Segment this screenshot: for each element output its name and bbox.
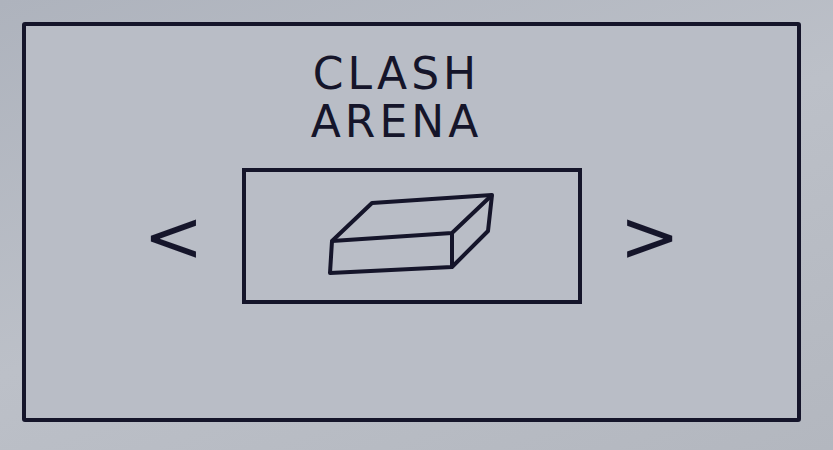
title-line: ARENA [311, 98, 483, 146]
arena-preview [242, 168, 582, 304]
arena-platform-icon [312, 181, 512, 291]
menu-screen: CLASHARENA < > [22, 22, 801, 422]
previous-arrow[interactable]: < [139, 200, 207, 272]
game-title: CLASHARENA [311, 50, 483, 146]
title-line: CLASH [313, 50, 480, 98]
sketch-page: CLASHARENA < > [0, 0, 833, 450]
arena-selector: < > [139, 168, 684, 304]
next-arrow[interactable]: > [616, 200, 684, 272]
